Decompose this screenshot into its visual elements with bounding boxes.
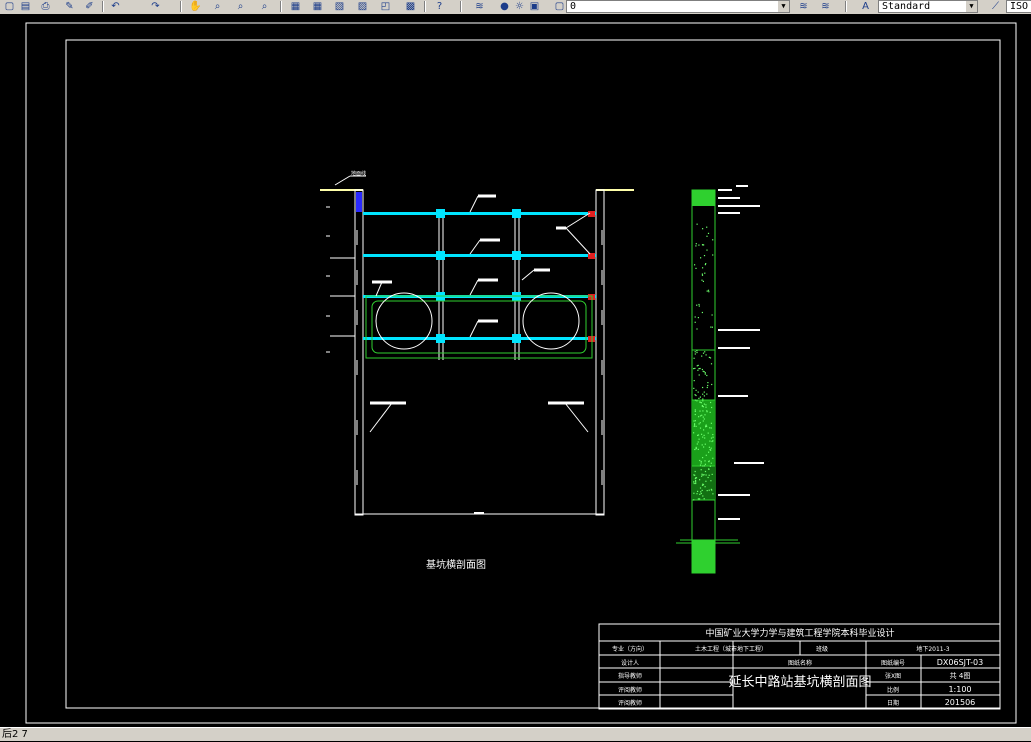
- tb-role-designer: 设计人: [621, 659, 639, 667]
- tb-class-value: 地下2011-3: [916, 645, 949, 653]
- layer-dropdown[interactable]: 0 ▼: [566, 0, 790, 13]
- tb-role-advisor: 指导教师: [618, 672, 642, 680]
- model-space-canvas[interactable]: 地面线 基坑横剖面图 中国矿业大学力学与建筑工程学院本科毕业设计 专业（方向） …: [0, 14, 1031, 727]
- save-icon[interactable]: ▤: [18, 0, 33, 13]
- layer-state-icon[interactable]: ▢: [552, 0, 567, 13]
- ground-leader: [334, 175, 351, 186]
- tb-info-label-number: 图纸编号: [881, 659, 905, 667]
- text-style-value: Standard: [882, 1, 931, 12]
- tb-info-value-scale: 1:100: [948, 685, 971, 694]
- chevron-down-icon[interactable]: ▼: [966, 1, 977, 12]
- annotation-leaders: [369, 194, 591, 514]
- title-block-header: 中国矿业大学力学与建筑工程学院本科毕业设计: [705, 627, 894, 639]
- status-bar: 后2 7: [0, 727, 1031, 741]
- zoom-previous-icon[interactable]: ⌕: [257, 0, 272, 13]
- tb-info-label-scale: 比例: [887, 686, 899, 694]
- tb-drawing-name-label: 图纸名称: [788, 659, 812, 667]
- new-file-icon[interactable]: ▢: [2, 0, 17, 13]
- sheet-inner-border: [65, 39, 1001, 709]
- section-title: 基坑横剖面图: [426, 558, 486, 571]
- help-icon[interactable]: ?: [432, 0, 447, 13]
- station-inner: [371, 300, 587, 354]
- pencil-icon[interactable]: ✎: [62, 0, 77, 13]
- tb-info-value-sheet: 共 4图: [950, 671, 971, 680]
- geological-labels: [718, 185, 764, 520]
- tb-info-label-date: 日期: [887, 699, 899, 707]
- calculator-icon[interactable]: ▩: [403, 0, 418, 13]
- geological-column: [676, 189, 740, 574]
- toolbar-separator: [280, 1, 282, 12]
- layer-value: 0: [570, 1, 577, 12]
- lightbulb-icon[interactable]: ●: [497, 0, 512, 13]
- toolbar-separator: [424, 1, 426, 12]
- pan-icon[interactable]: ✋: [188, 0, 203, 13]
- right-diaphragm-wall: [595, 189, 605, 516]
- dimstyle-icon[interactable]: ⟋: [988, 0, 1003, 13]
- properties-icon[interactable]: ▦: [288, 0, 303, 13]
- left-soil-ticks: [326, 206, 355, 353]
- zoom-window-icon[interactable]: ⌕: [233, 0, 248, 13]
- tb-role-reviewer-2: 评阅教师: [618, 699, 642, 707]
- tb-role-reviewer: 评阅教师: [618, 686, 642, 694]
- toolbar-separator: [180, 1, 182, 12]
- undo-icon[interactable]: ↶: [108, 0, 123, 13]
- text-style-dropdown[interactable]: Standard ▼: [878, 0, 978, 13]
- drawing-svg: 地面线 基坑横剖面图 中国矿业大学力学与建筑工程学院本科毕业设计 专业（方向） …: [25, 22, 1017, 724]
- lock-icon[interactable]: ▣: [527, 0, 542, 13]
- ground-label: 地面线: [351, 170, 366, 177]
- layer-previous-icon[interactable]: ≋: [796, 0, 811, 13]
- status-text: 后2 7: [2, 729, 28, 740]
- sheet-outer-border: [25, 22, 1017, 724]
- left-diaphragm-wall: [354, 189, 364, 516]
- layer-isolate-icon[interactable]: ≋: [818, 0, 833, 13]
- design-center-icon[interactable]: ▦: [310, 0, 325, 13]
- text-style-icon[interactable]: A: [858, 0, 873, 13]
- tb-class-label: 班级: [816, 645, 828, 653]
- print-icon[interactable]: ⎙: [38, 0, 53, 13]
- zoom-realtime-icon[interactable]: ⌕: [210, 0, 225, 13]
- tb-info-value-number: DX06SJT-03: [937, 658, 983, 667]
- standard-toolbar: ▢ ▤ ⎙ ✎ ✐ ↶ ↷ ✋ ⌕ ⌕ ⌕ ▦ ▦ ▧ ▨ ◰ ▩ ? ≋ ● …: [0, 0, 1031, 15]
- dimstyle-value: ISO: [1010, 1, 1029, 12]
- tb-major-value: 土木工程（城市地下工程）: [695, 645, 767, 653]
- tb-drawing-name: 延长中路站基坑横剖面图: [728, 674, 871, 690]
- crown-beam: [356, 192, 362, 212]
- layer-manager-icon[interactable]: ≋: [472, 0, 487, 13]
- chevron-down-icon[interactable]: ▼: [778, 1, 789, 12]
- tb-info-label-sheet: 张X图: [885, 672, 901, 680]
- sheet-set-icon[interactable]: ▨: [355, 0, 370, 13]
- sun-icon[interactable]: ☼: [512, 0, 527, 13]
- toolbar-separator: [845, 1, 847, 12]
- toolbar-separator: [460, 1, 462, 12]
- tb-info-value-date: 201506: [945, 698, 976, 707]
- markup-icon[interactable]: ◰: [378, 0, 393, 13]
- toolbar-separator: [102, 1, 104, 12]
- tool-palettes-icon[interactable]: ▧: [332, 0, 347, 13]
- tb-major-label: 专业（方向）: [612, 645, 648, 653]
- brush-icon[interactable]: ✐: [82, 0, 97, 13]
- dimstyle-dropdown[interactable]: ISO: [1006, 0, 1031, 13]
- redo-icon[interactable]: ↷: [148, 0, 163, 13]
